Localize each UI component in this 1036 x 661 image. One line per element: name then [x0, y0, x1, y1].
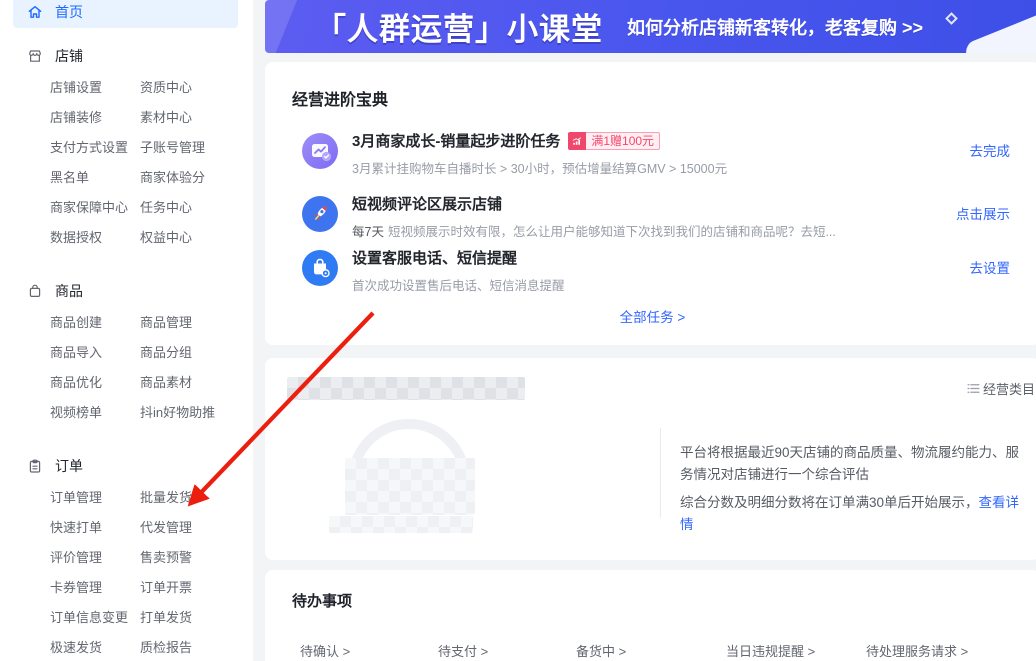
category-link-label: 经营类目 — [982, 382, 1035, 397]
sidebar-item[interactable]: 质检报告 — [140, 640, 245, 656]
sidebar-product-items: 商品创建 商品管理 商品导入 商品分组 商品优化 商品素材 视频榜单 抖in好物… — [50, 315, 245, 421]
sidebar-item[interactable]: 支付方式设置 — [50, 140, 140, 156]
storefront-icon — [29, 50, 41, 62]
task-row[interactable]: 设置客服电话、短信提醒 首次成功设置售后电话、短信消息提醒 — [352, 247, 920, 294]
sidebar-section-shop[interactable]: 店铺 — [0, 47, 253, 65]
task-action-link[interactable]: 去完成 — [970, 140, 1011, 160]
sidebar-item[interactable]: 商品导入 — [50, 345, 140, 361]
sidebar-item[interactable]: 极速发货 — [50, 640, 140, 656]
sidebar-item[interactable]: 打单发货 — [140, 610, 245, 626]
todo-violation-alert[interactable]: 当日违规提醒 > — [726, 641, 815, 660]
sidebar-item[interactable]: 商品素材 — [140, 375, 245, 391]
task-action-link[interactable]: 点击展示 — [956, 203, 1010, 223]
sidebar-section-label: 商品 — [55, 283, 83, 299]
score-desc-line: 综合分数及明细分数将在订单满30单后开始展示，查看详情 — [680, 495, 1020, 532]
task-desc: 首次成功设置售后电话、短信消息提醒 — [352, 279, 565, 293]
sidebar-item[interactable]: 商家保障中心 — [50, 200, 140, 216]
sidebar-item[interactable]: 商品创建 — [50, 315, 140, 331]
sidebar-section-order[interactable]: 订单 — [0, 457, 253, 475]
sidebar-item[interactable]: 资质中心 — [140, 80, 245, 96]
tasks-card-title: 经营进阶宝典 — [292, 92, 389, 109]
sidebar-order-items: 订单管理 批量发货 快速打单 代发管理 评价管理 售卖预警 卡券管理 订单开票 … — [50, 490, 245, 656]
todo-card-title: 待办事项 — [292, 593, 353, 610]
sidebar-item[interactable]: 素材中心 — [140, 110, 245, 126]
all-tasks-link[interactable]: 全部任务 > — [620, 306, 686, 326]
sidebar-item[interactable]: 批量发货 — [140, 490, 245, 506]
sidebar-section-product[interactable]: 商品 — [0, 282, 253, 300]
todo-card: 待办事项 待确认 > 待支付 > 备货中 > 当日违规提醒 > 待处理服务请求 … — [265, 570, 1036, 661]
sidebar-item[interactable]: 卡券管理 — [50, 580, 140, 596]
sidebar-shop-items: 店铺设置 资质中心 店铺装修 素材中心 支付方式设置 子账号管理 黑名单 商家体… — [50, 80, 245, 246]
sidebar-item[interactable]: 售卖预警 — [140, 550, 245, 566]
sidebar-item[interactable]: 抖in好物助推 — [140, 405, 245, 421]
sidebar-item[interactable]: 黑名单 — [50, 170, 140, 186]
reward-badge: 满1赠100元 — [568, 131, 661, 150]
task-title: 短视频评论区展示店铺 — [352, 196, 503, 213]
sidebar-item[interactable]: 视频榜单 — [50, 405, 140, 421]
todo-preparing-stock[interactable]: 备货中 > — [576, 641, 626, 660]
sidebar-item[interactable]: 商品管理 — [140, 315, 245, 331]
badge-label: 满1赠100元 — [586, 131, 661, 150]
sidebar-item[interactable]: 订单开票 — [140, 580, 245, 596]
divider — [660, 428, 661, 518]
list-icon — [967, 384, 980, 393]
sidebar-item[interactable]: 店铺设置 — [50, 80, 140, 96]
rocket-icon — [302, 196, 338, 232]
bag-icon — [29, 284, 41, 298]
diamond-decoration — [945, 12, 958, 25]
task-desc: 3月累计挂购物车自播时长 > 30小时，预估增量结算GMV > 15000元 — [352, 162, 728, 176]
sidebar: 首页 店铺 店铺设置 资质中心 店铺装修 素材中心 支付方式设置 子账号管理 黑… — [0, 0, 253, 661]
sidebar-item-label: 首页 — [55, 3, 83, 20]
sidebar-section-label: 订单 — [55, 458, 83, 474]
sidebar-section-label: 店铺 — [55, 48, 83, 64]
sidebar-item-daifa[interactable]: 代发管理 — [140, 520, 245, 536]
score-desc-line: 平台将根据最近90天店铺的商品质量、物流履约能力、服务情况对店铺进行一个综合评估 — [680, 445, 1020, 482]
banner-subtitle: 如何分析店铺新客转化，老客复购 >> — [627, 17, 924, 38]
coin-icon — [568, 131, 587, 150]
main-content: 「人群运营」小课堂 如何分析店铺新客转化，老客复购 >> 经营进阶宝典 3月商家… — [265, 0, 1036, 661]
task-title: 设置客服电话、短信提醒 — [352, 250, 518, 267]
sidebar-item[interactable]: 店铺装修 — [50, 110, 140, 126]
sidebar-item[interactable]: 子账号管理 — [140, 140, 245, 156]
category-link[interactable]: 经营类目 — [967, 379, 1035, 398]
task-desc-prefix: 每7天 — [352, 225, 384, 239]
sidebar-item[interactable]: 数据授权 — [50, 230, 140, 246]
sidebar-item[interactable]: 商家体验分 — [140, 170, 245, 186]
todo-pending-payment[interactable]: 待支付 > — [438, 641, 488, 660]
censored-score-label — [329, 516, 473, 533]
sidebar-item[interactable]: 权益中心 — [140, 230, 245, 246]
task-row[interactable]: 短视频评论区展示店铺 每7天 短视频展示时效有限，怎么让用户能够知道下次找到我们的… — [352, 193, 920, 240]
sidebar-item-home[interactable]: 首页 — [13, 0, 238, 28]
todo-pending-confirm[interactable]: 待确认 > — [300, 641, 350, 660]
todo-service-request[interactable]: 待处理服务请求 > — [866, 641, 968, 660]
sidebar-item[interactable]: 订单信息变更 — [50, 610, 140, 626]
clipboard-icon — [29, 459, 41, 473]
sidebar-item[interactable]: 评价管理 — [50, 550, 140, 566]
censored-shop-name — [287, 377, 525, 400]
task-row[interactable]: 3月商家成长-销量起步进阶任务 满1赠100元 3月累计挂购物车自播时长 > 3… — [352, 130, 920, 177]
task-title: 3月商家成长-销量起步进阶任务 — [352, 133, 561, 150]
banner-illustration — [945, 0, 1036, 53]
task-desc: 每7天 短视频展示时效有限，怎么让用户能够知道下次找到我们的店铺和商品呢？去短..… — [352, 225, 836, 239]
home-icon — [28, 5, 42, 18]
service-bag-icon — [302, 250, 338, 286]
sidebar-item[interactable]: 商品优化 — [50, 375, 140, 391]
banner-title: 「人群运营」小课堂 — [315, 12, 603, 47]
promo-banner[interactable]: 「人群运营」小课堂 如何分析店铺新客转化，老客复购 >> — [265, 0, 1036, 53]
task-action-link[interactable]: 去设置 — [970, 257, 1011, 277]
sidebar-item[interactable]: 商品分组 — [140, 345, 245, 361]
sidebar-item[interactable]: 快速打单 — [50, 520, 140, 536]
sidebar-item[interactable]: 订单管理 — [50, 490, 140, 506]
growth-chart-icon — [302, 133, 338, 169]
shop-score-card: 经营类目 平台将根据最近90天店铺的商品质量、物流履约能力、服务情况对店铺进行一… — [265, 358, 1036, 560]
censored-score — [345, 458, 475, 515]
sidebar-item[interactable]: 任务中心 — [140, 200, 245, 216]
score-description: 平台将根据最近90天店铺的商品质量、物流履约能力、服务情况对店铺进行一个综合评估… — [680, 442, 1028, 536]
growth-tasks-card: 经营进阶宝典 3月商家成长-销量起步进阶任务 满1赠100元 3月累计挂购物车自… — [265, 62, 1036, 345]
